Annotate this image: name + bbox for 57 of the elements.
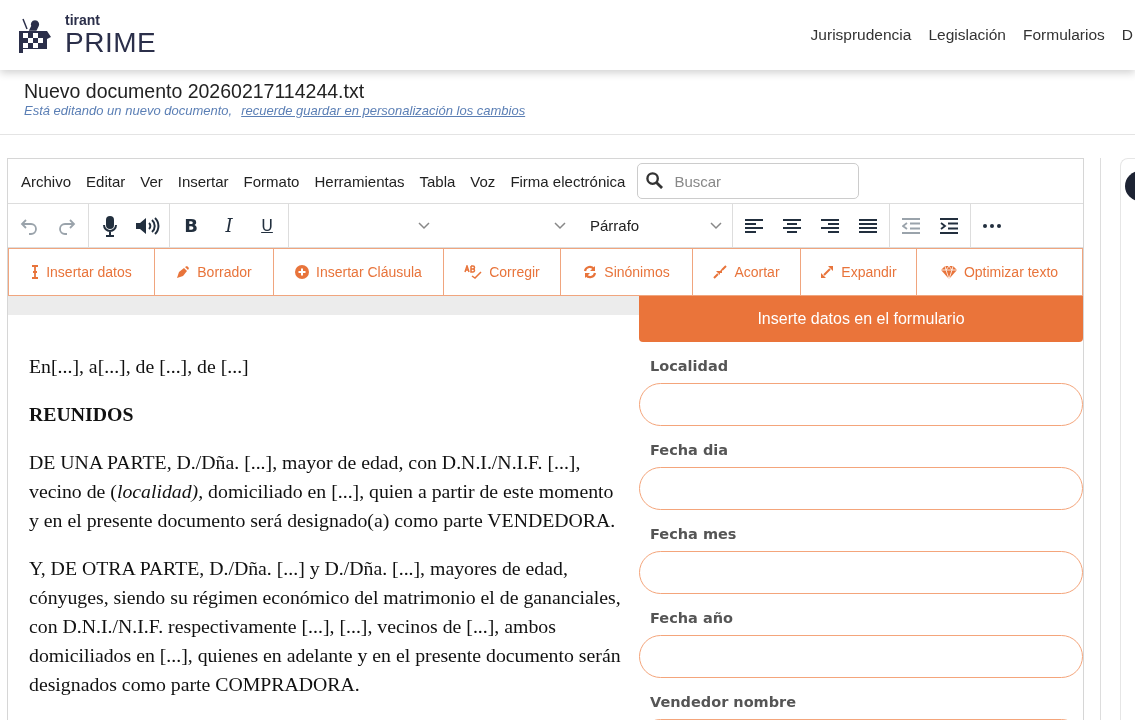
paragraph: Y, DE OTRA PARTE, D./Dña. [...] y D./Dña. [...], mayores de edad, cónyuges, siendo su régimen económico del matrimonio el de gananciales, con D.N.I./N.I.F. respectivamente [...], [...], vecinos de [...], ambos domiciliados en [...], quienes en adelante y en el presente documento serán designados como parte COMPRADORA. xyxy=(29,556,621,697)
chevron-down-icon xyxy=(554,221,566,230)
dropdown[interactable]: Párrafo xyxy=(576,204,733,247)
menu-item[interactable]: Formato xyxy=(243,172,309,190)
microphone-icon xyxy=(102,214,118,237)
input-field[interactable] xyxy=(639,635,1083,678)
plus-circle-icon xyxy=(295,265,310,279)
indent-icon xyxy=(940,217,958,234)
field-label: Fecha mes xyxy=(650,525,738,544)
input-field[interactable] xyxy=(639,467,1083,510)
menu-item[interactable]: Ver xyxy=(140,172,172,190)
italic-button[interactable]: I xyxy=(212,208,246,243)
bold-button[interactable]: B xyxy=(174,208,208,243)
search-field[interactable]: Buscar xyxy=(637,163,860,199)
document-title: Nuevo documento 20260217114244.txt xyxy=(24,79,366,103)
outdent-icon xyxy=(902,217,920,234)
brand-name: PRIME xyxy=(65,29,157,57)
nav-link[interactable]: Legislación xyxy=(928,26,1006,44)
menu-item[interactable]: Tabla xyxy=(419,172,465,190)
expand-arrows-icon xyxy=(820,265,835,279)
field-label: Vendedor nombre xyxy=(650,693,798,712)
pen-icon xyxy=(176,265,191,279)
spellcheck-icon xyxy=(464,265,483,279)
menu-item[interactable]: Archivo xyxy=(21,172,81,190)
align-left-icon xyxy=(745,217,763,234)
text-cursor-icon xyxy=(31,265,40,279)
field-label: Fecha año xyxy=(650,609,734,628)
underline-button[interactable]: U xyxy=(250,208,284,243)
field-label: Fecha dia xyxy=(650,441,730,460)
menu-item[interactable]: Herramientas xyxy=(314,172,414,190)
menu-item[interactable]: Editar xyxy=(86,172,135,190)
paragraph: En[...], a[...], de [...], de [...] xyxy=(29,354,250,379)
speaker-icon xyxy=(135,215,161,236)
save-reminder-link[interactable]: recuerde guardar en personalización los cambios xyxy=(241,103,526,118)
input-field[interactable] xyxy=(639,383,1083,426)
nav-link[interactable]: Jurisprudencia xyxy=(810,26,912,44)
notice-text: Está editando un nuevo documento, xyxy=(24,103,233,118)
input-field[interactable] xyxy=(639,551,1083,594)
sync-icon xyxy=(583,265,598,279)
align-right-icon xyxy=(821,217,839,234)
menu-item[interactable]: Firma electrónica xyxy=(510,172,635,190)
brand-name-small: tirant xyxy=(65,13,101,27)
chevron-down-icon xyxy=(418,221,430,230)
gem-icon xyxy=(940,265,957,279)
shrink-arrows-icon xyxy=(713,265,728,279)
chevron-down-icon xyxy=(710,221,722,230)
more-icon xyxy=(983,223,1001,228)
form-header: Inserte datos en el formulario xyxy=(639,296,1083,342)
align-justify-icon xyxy=(859,217,877,234)
nav-link[interactable]: Formularios xyxy=(1022,26,1105,44)
field-label: Localidad xyxy=(650,357,730,376)
nav-link[interactable]: D xyxy=(1121,26,1133,44)
menu-item[interactable]: Insertar xyxy=(177,172,238,190)
align-center-icon xyxy=(783,217,801,234)
menu-item[interactable]: Voz xyxy=(470,172,505,190)
section-heading: REUNIDOS xyxy=(29,402,135,427)
paragraph: DE UNA PARTE, D./Dña. [...], mayor de edad, con D.N.I./N.I.F. [...], vecino de (localidad), domiciliado en [...], quien a partir de este momento y en el presente documento será designado(a) como parte VENDEDORA. xyxy=(29,450,617,533)
